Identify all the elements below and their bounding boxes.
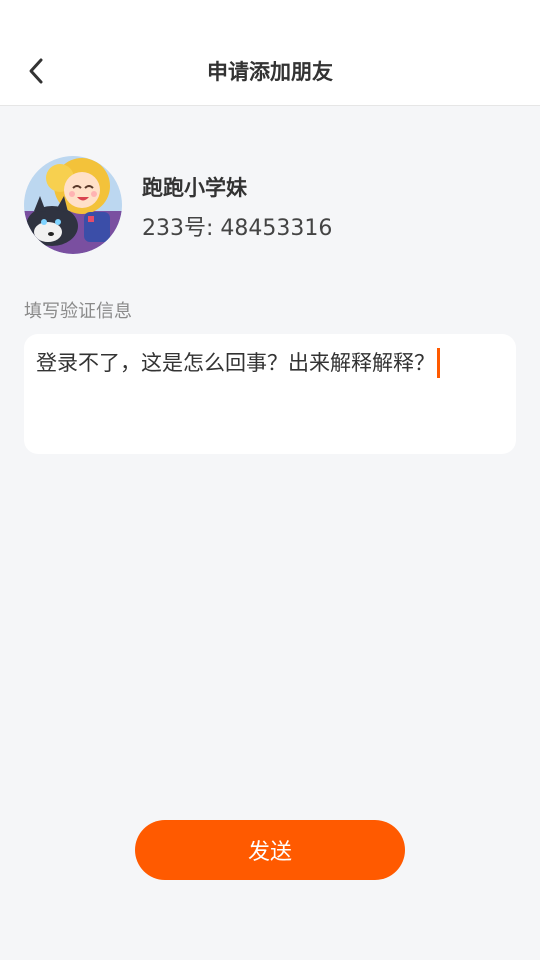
text-cursor (437, 348, 440, 378)
chevron-left-icon (29, 58, 43, 84)
send-button[interactable]: 发送 (135, 820, 405, 880)
user-profile: 跑跑小学妹 233号: 48453316 (24, 156, 524, 254)
status-bar (0, 0, 540, 34)
verification-message-text: 登录不了，这是怎么回事？出来解释解释？ (36, 351, 435, 375)
verification-label: 填写验证信息 (24, 301, 132, 322)
user-name: 跑跑小学妹 (142, 176, 247, 200)
back-button[interactable] (14, 49, 58, 93)
verification-message-input[interactable]: 登录不了，这是怎么回事？出来解释解释？ (24, 334, 516, 454)
avatar[interactable] (24, 156, 122, 254)
user-id: 233号: 48453316 (142, 216, 333, 241)
navigation-bar: 申请添加朋友 (0, 34, 540, 106)
avatar-image (24, 156, 122, 254)
page-title: 申请添加朋友 (207, 60, 333, 84)
